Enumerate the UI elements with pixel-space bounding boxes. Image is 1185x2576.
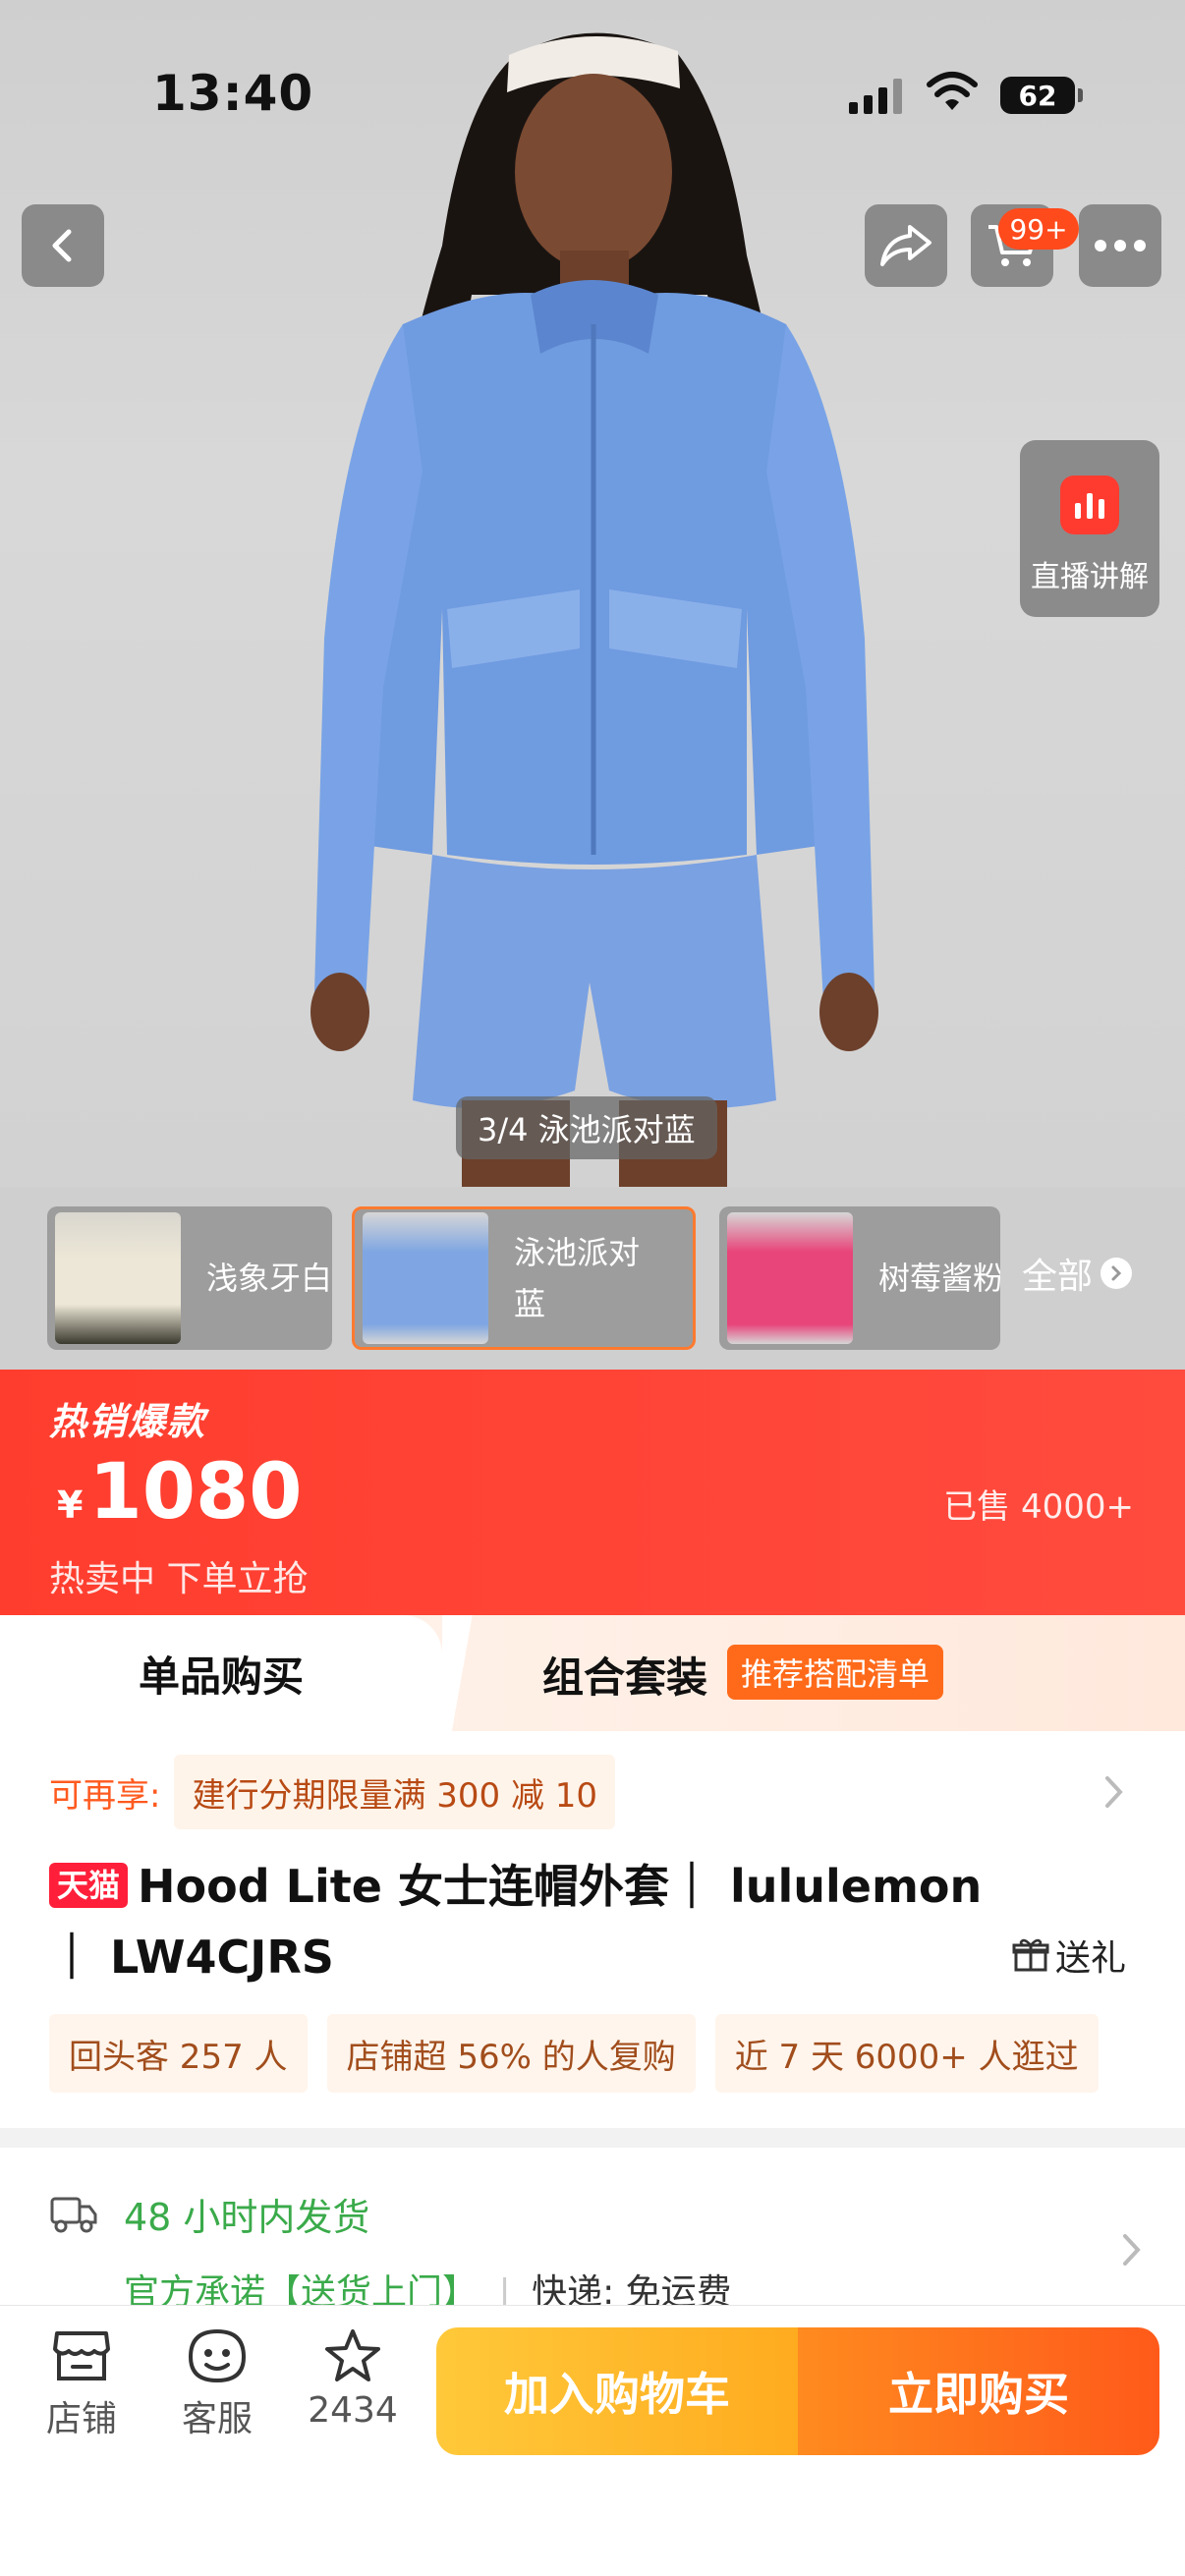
- promo-chip: 建行分期限量满 300 减 10: [174, 1755, 616, 1829]
- share-button[interactable]: [865, 204, 947, 287]
- social-proof-chips: 回头客 257 人 店铺超 56% 的人复购 近 7 天 6000+ 人逛过: [49, 2014, 1140, 2093]
- store-button[interactable]: 店铺: [28, 2327, 136, 2441]
- shipping-card[interactable]: 48 小时内发货 官方承诺【送货上门】 | 快递: 免运费: [0, 2148, 1185, 2305]
- cellular-signal-icon: [849, 79, 902, 114]
- separator: |: [498, 2272, 511, 2305]
- share-icon: [880, 225, 931, 266]
- tab-combo-set[interactable]: 组合套装: [542, 1645, 707, 1705]
- gift-button[interactable]: 送礼: [1012, 1930, 1126, 1981]
- delivery-truck-icon: [50, 2197, 97, 2233]
- image-counter: 3/4 泳池派对蓝: [456, 1096, 717, 1159]
- recent-visitors-chip: 近 7 天 6000+ 人逛过: [714, 2014, 1099, 2093]
- delivery-fee: 快递: 免运费: [532, 2272, 732, 2305]
- hot-sale-subtitle: 热卖中 下单立抢: [49, 1559, 309, 1599]
- store-icon: [53, 2331, 110, 2380]
- status-bar: 13:40 62: [0, 0, 1185, 187]
- bottom-action-bar: 店铺 客服 2434 加入购物车 立即购买: [0, 2305, 1185, 2576]
- store-label: 店铺: [45, 2399, 117, 2439]
- battery-indicator: 62: [1000, 77, 1083, 114]
- promo-label: 可再享:: [49, 1775, 161, 1816]
- live-explain-label: 直播讲解: [1031, 560, 1149, 594]
- gift-icon: [1012, 1938, 1049, 1972]
- favorite-button[interactable]: 2434: [299, 2327, 407, 2431]
- product-title: 天猫 Hood Lite 女士连帽外套｜ lululemon ｜ LW4CJRS: [49, 1851, 1012, 1992]
- customer-service-label: 客服: [181, 2399, 253, 2439]
- live-bars-icon: [1060, 476, 1119, 534]
- product-info-card: 单品购买 组合套装 推荐搭配清单 可再享: 建行分期限量满 300 减 10 天…: [0, 1615, 1185, 2128]
- product-title-text: Hood Lite 女士连帽外套｜ lululemon ｜ LW4CJRS: [49, 1860, 983, 1984]
- buy-now-button[interactable]: 立即购买: [798, 2327, 1159, 2455]
- wifi-icon: [927, 72, 978, 110]
- shipping-details: 官方承诺【送货上门】 | 快递: 免运费: [124, 2264, 732, 2305]
- chevron-right-icon: [1105, 1776, 1123, 1808]
- variant-item-ivory[interactable]: 浅象牙白: [47, 1206, 332, 1350]
- variant-thumbnail: [55, 1212, 181, 1344]
- price-value: 1080: [88, 1448, 303, 1537]
- repurchase-rate-chip: 店铺超 56% 的人复购: [326, 2014, 696, 2093]
- customer-service-icon: [188, 2328, 247, 2383]
- gift-label: 送礼: [1055, 1938, 1127, 1979]
- purchase-actions: 加入购物车 立即购买: [436, 2327, 1159, 2455]
- all-variants-button[interactable]: 全部: [1022, 1248, 1133, 1299]
- variant-item-pool-blue[interactable]: 泳池派对蓝: [352, 1206, 696, 1350]
- recommend-badge[interactable]: 推荐搭配清单: [727, 1645, 944, 1700]
- add-to-cart-button[interactable]: 加入购物车: [436, 2327, 798, 2455]
- chevron-left-icon: [52, 229, 72, 262]
- chevron-right-icon: [1100, 1258, 1133, 1289]
- official-promise: 官方承诺【送货上门】: [124, 2272, 479, 2305]
- variant-label: 树莓酱粉: [878, 1260, 1000, 1297]
- more-dots-icon: [1095, 240, 1146, 252]
- promo-row[interactable]: 可再享: 建行分期限量满 300 减 10: [49, 1753, 1136, 1831]
- variant-label: 浅象牙白: [206, 1260, 332, 1297]
- purchase-tabs: 单品购买 组合套装 推荐搭配清单: [0, 1615, 1185, 1731]
- product-image[interactable]: 13:40 62 99+ 直播讲解 3/4 泳池派对蓝: [0, 0, 1185, 1187]
- live-explain-button[interactable]: 直播讲解: [1020, 440, 1159, 617]
- chevron-right-icon: [1123, 2234, 1141, 2266]
- tmall-badge: 天猫: [49, 1863, 129, 1908]
- variant-thumbnail: [363, 1212, 488, 1344]
- currency-symbol: ¥: [57, 1484, 84, 1527]
- price: ¥ 1080: [57, 1448, 303, 1537]
- hot-sale-tag: 热销爆款: [49, 1400, 207, 1443]
- customer-service-button[interactable]: 客服: [163, 2327, 271, 2441]
- price-banner: 热销爆款 ¥ 1080 已售 4000+ 热卖中 下单立抢: [0, 1370, 1185, 1615]
- variant-label: 泳池派对蓝: [514, 1234, 641, 1322]
- variant-item-raspberry[interactable]: 树莓酱粉: [719, 1206, 1000, 1350]
- shipping-time: 48 小时内发货: [124, 2196, 370, 2239]
- star-icon: [325, 2329, 380, 2381]
- returning-customers-chip: 回头客 257 人: [49, 2014, 308, 2093]
- variant-selector: 浅象牙白 泳池派对蓝 树莓酱粉: [0, 1187, 1185, 1370]
- sold-count: 已售 4000+: [943, 1487, 1134, 1527]
- more-button[interactable]: [1079, 204, 1161, 287]
- favorite-count: 2434: [308, 2390, 398, 2431]
- back-button[interactable]: [22, 204, 104, 287]
- all-variants-label: 全部: [1022, 1257, 1094, 1297]
- tab-single-purchase[interactable]: 单品购买: [0, 1615, 481, 1731]
- variant-thumbnail: [727, 1212, 853, 1344]
- status-time: 13:40: [152, 65, 314, 122]
- cart-count-badge: 99+: [998, 208, 1079, 250]
